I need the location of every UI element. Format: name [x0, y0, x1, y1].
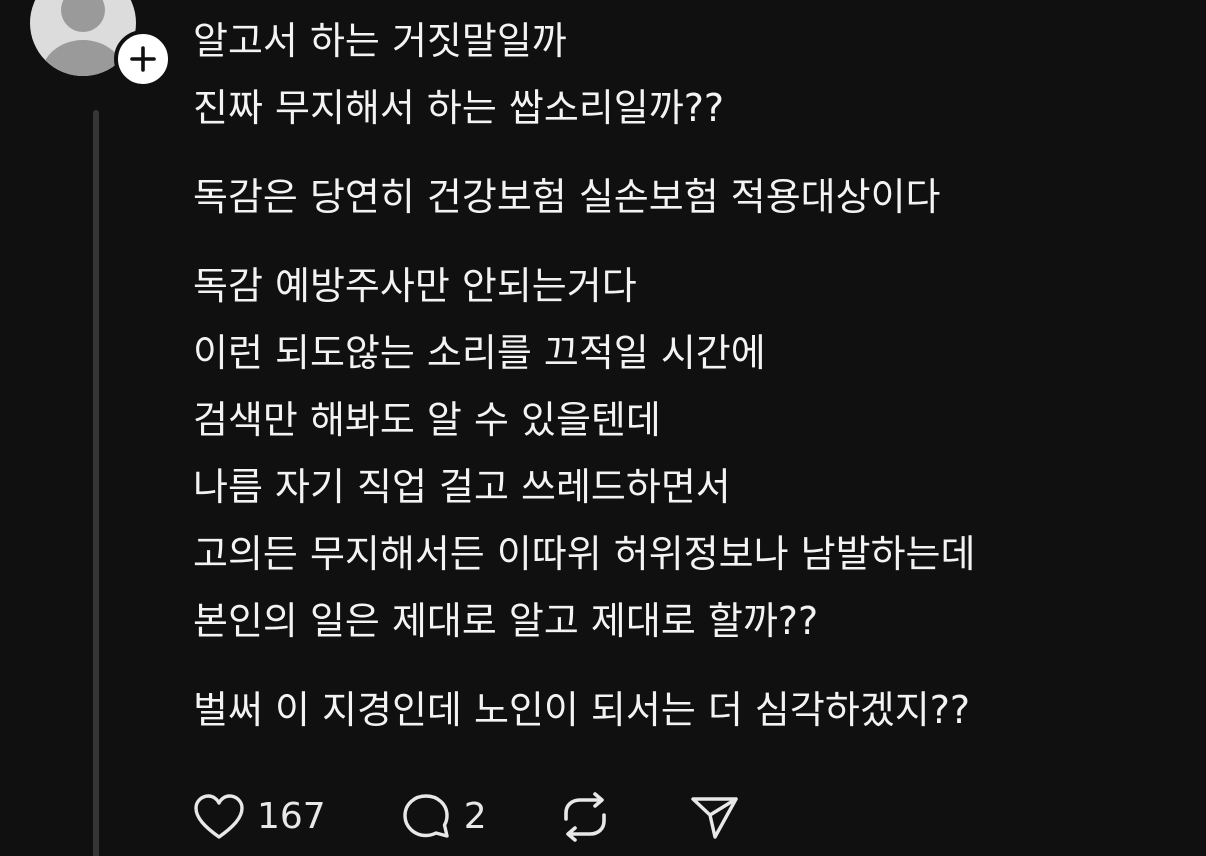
reply-count: 2 — [463, 796, 487, 837]
post-text-line: 이런 되도않는 소리를 끄적일 시간에 — [193, 331, 766, 375]
share-button[interactable] — [689, 793, 741, 841]
post-text-line: 독감 예방주사만 안되는거다 — [193, 264, 637, 308]
comment-bubble-icon — [403, 794, 449, 838]
send-icon — [690, 797, 738, 839]
like-button[interactable]: 167 — [193, 790, 326, 844]
post-paragraph: 독감은 당연히 건강보험 실손보험 적용대상이다 — [193, 164, 1183, 231]
post-text-line: 독감은 당연히 건강보험 실손보험 적용대상이다 — [193, 175, 941, 219]
reply-button[interactable]: 2 — [400, 790, 487, 844]
heart-icon — [194, 794, 244, 839]
like-count: 167 — [257, 796, 326, 837]
post-paragraph: 독감 예방주사만 안되는거다 이런 되도않는 소리를 끄적일 시간에 검색만 해… — [193, 253, 1183, 655]
repost-arrows-icon — [563, 792, 606, 842]
post-text-line: 본인의 일은 제대로 알고 제대로 할까?? — [193, 599, 819, 643]
repost-button[interactable] — [557, 791, 613, 843]
post-text-line: 나름 자기 직업 걸고 쓰레드하면서 — [193, 465, 731, 509]
plus-icon — [130, 46, 156, 72]
post-text-line: 고의든 무지해서든 이따위 허위정보나 남발하는데 — [193, 532, 976, 576]
follow-button[interactable] — [114, 30, 172, 88]
post-text-line: 벌써 이 지경인데 노인이 되서는 더 심각하겠지?? — [193, 688, 971, 732]
post-body: 알고서 하는 거짓말일까 진짜 무지해서 하는 쌉소리일까?? 독감은 당연히 … — [193, 8, 1183, 766]
post-paragraph: 알고서 하는 거짓말일까 진짜 무지해서 하는 쌉소리일까?? — [193, 8, 1183, 142]
post-text-line: 진짜 무지해서 하는 쌉소리일까?? — [193, 86, 725, 130]
post-text-line: 알고서 하는 거짓말일까 — [193, 19, 567, 63]
post-text-line: 검색만 해봐도 알 수 있을텐데 — [193, 398, 661, 442]
action-bar: 167 2 — [193, 790, 741, 844]
post-paragraph: 벌써 이 지경인데 노인이 되서는 더 심각하겠지?? — [193, 677, 1183, 744]
thread-connector-line — [93, 110, 99, 856]
thread-post: 알고서 하는 거짓말일까 진짜 무지해서 하는 쌉소리일까?? 독감은 당연히 … — [0, 0, 1206, 856]
